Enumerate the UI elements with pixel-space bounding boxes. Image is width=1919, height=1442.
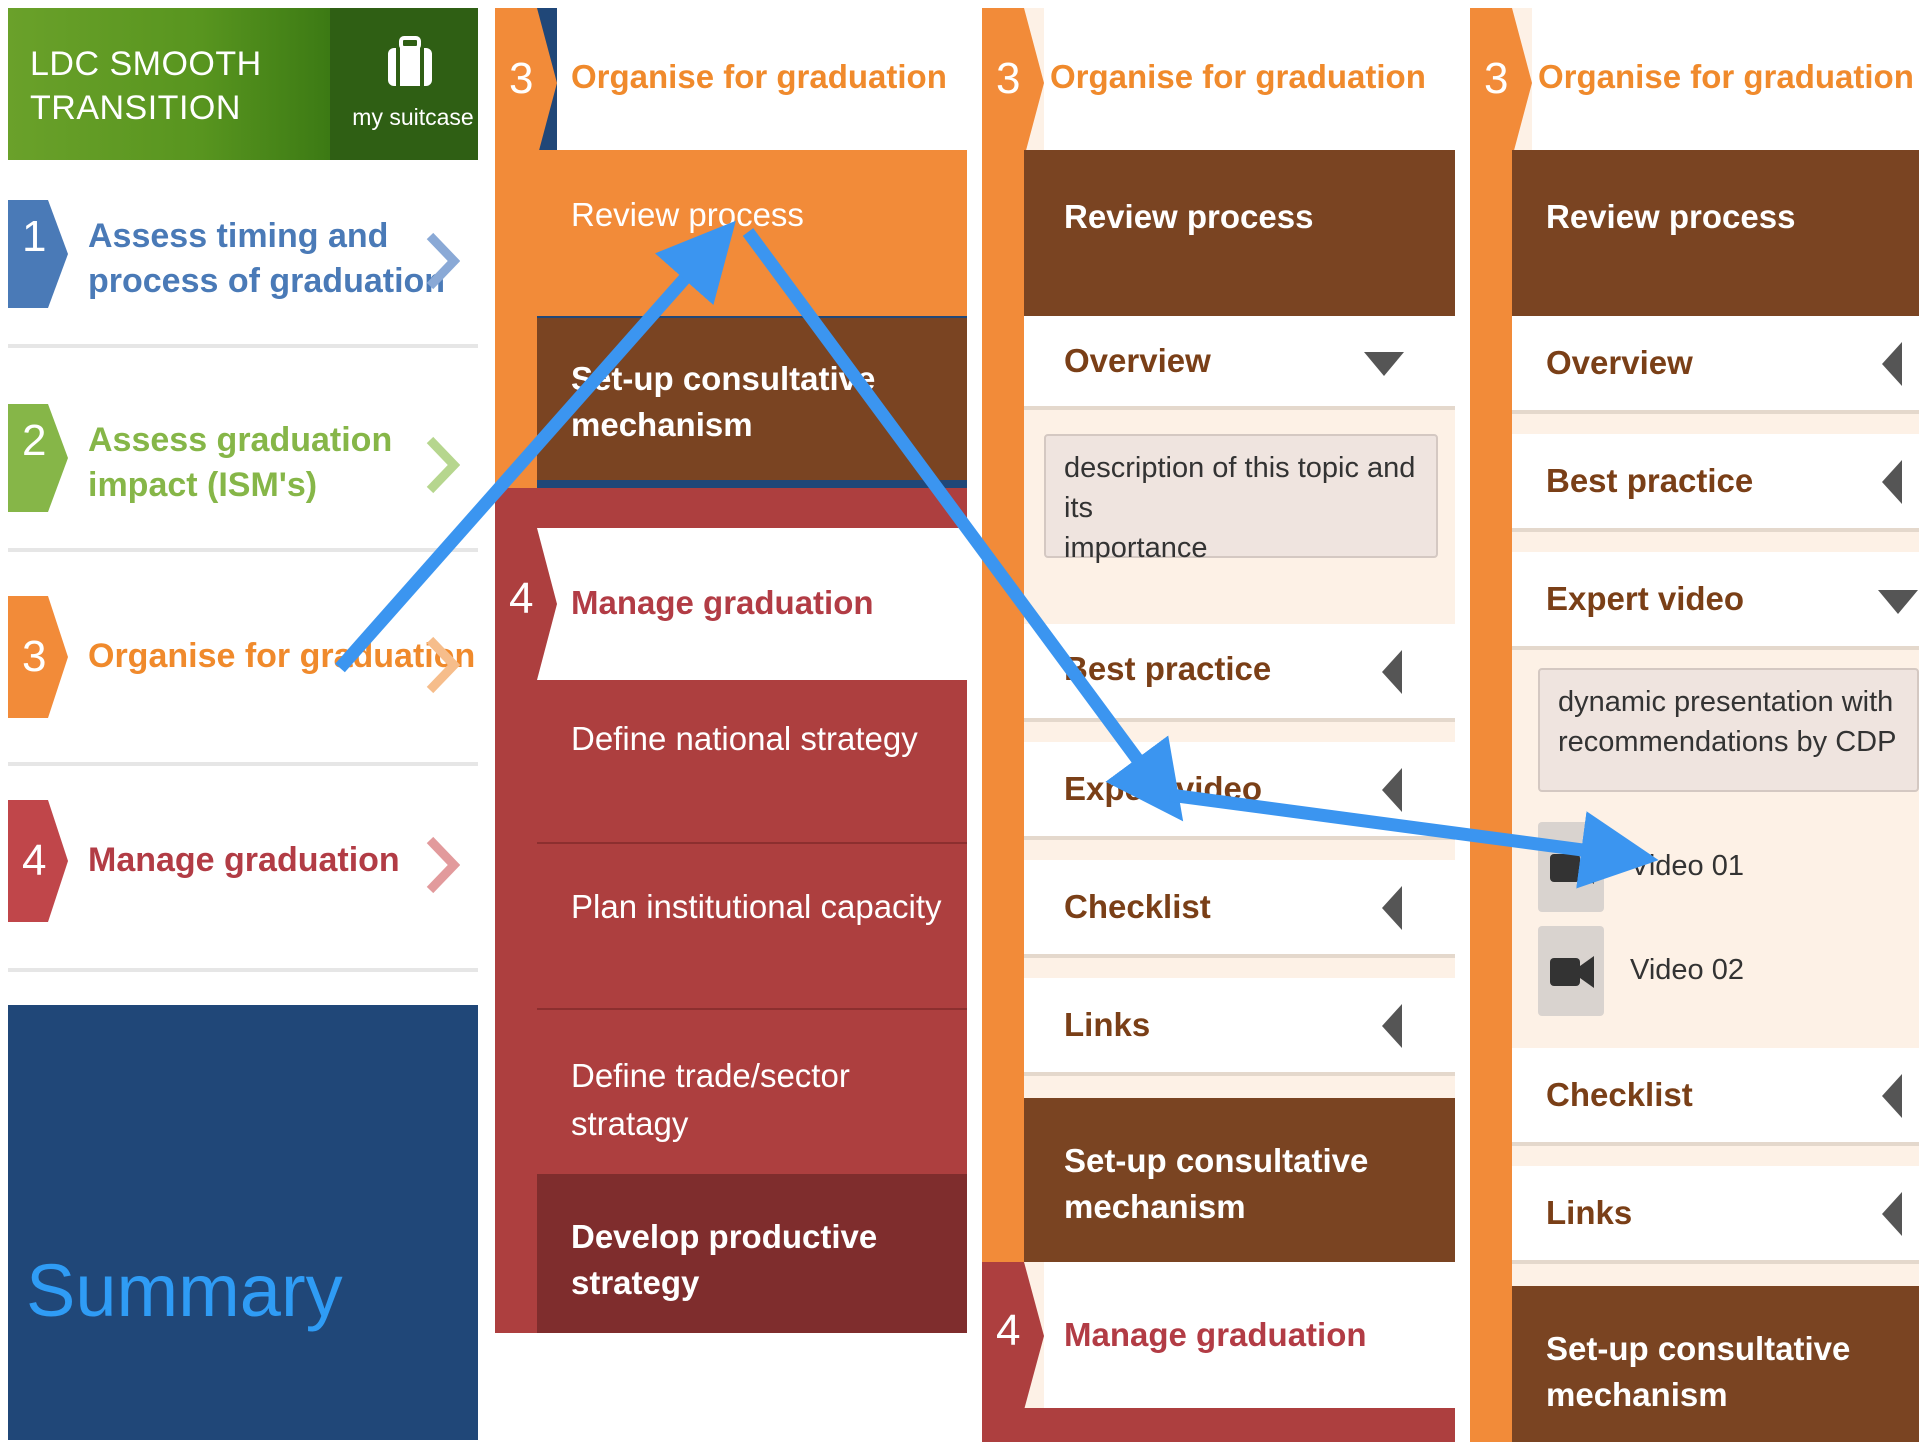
suitcase-icon[interactable] [386,36,434,88]
expert-video-detail-panel: 3 Organise for graduation Review process… [1470,8,1919,1442]
triangle-left-icon [1382,886,1402,930]
video-camera-icon [1550,852,1594,884]
checklist-item[interactable]: Checklist [1512,1048,1919,1146]
step-3-header[interactable]: Organise for graduation [1044,8,1455,150]
triangle-left-icon [1382,768,1402,812]
overview-item[interactable]: Overview [1512,316,1919,414]
video-01-button[interactable] [1538,822,1604,912]
step-1-label: Assess timing and process of graduation [88,217,446,300]
review-process-header[interactable]: Review process [1024,150,1455,316]
step-1-number: 1 [22,212,47,261]
step-4-header[interactable]: Manage graduation [1044,1262,1455,1408]
step-4-header[interactable]: Manage graduation [537,528,967,680]
triangle-down-icon [1364,352,1404,376]
step-3-number: 3 [996,54,1021,103]
chevron-right-icon [426,836,460,894]
triangle-left-icon [1382,650,1402,694]
triangle-left-icon [1882,1192,1902,1236]
checklist-item[interactable]: Checklist [1024,860,1455,958]
step-3-item[interactable]: 3 Organise for graduation [8,576,478,766]
video-02-button[interactable] [1538,926,1604,1016]
triangle-left-icon [1882,460,1902,504]
organise-submenu-panel: 3 Organise for graduation Review process… [495,8,967,1333]
triangle-left-icon [1882,1074,1902,1118]
step-3-header[interactable]: Organise for graduation [557,8,967,150]
step-3-header[interactable]: Organise for graduation [1532,8,1919,150]
step-4-number: 4 [22,836,47,885]
main-menu-panel: LDC SMOOTH TRANSITION my suitcase 1 Asse… [8,8,478,1440]
step-3-number: 3 [1484,54,1509,103]
app-title-line2: TRANSITION [30,89,241,127]
step-1-item[interactable]: 1 Assess timing and process of graduatio… [8,168,478,348]
video-camera-icon [1550,956,1594,988]
step-2-item[interactable]: 2 Assess graduation impact (ISM's) [8,372,478,552]
setup-consultative-item[interactable]: Set-up consultative mechanism [1024,1098,1455,1262]
suitcase-label[interactable]: my suitcase [348,104,478,131]
review-process-header[interactable]: Review process [1512,150,1919,316]
video-01-label[interactable]: Video 01 [1630,850,1744,883]
triangle-left-icon [1882,342,1902,386]
step-3-label: Organise for graduation [88,637,476,675]
define-national-strategy-item[interactable]: Define national strategy [537,680,967,844]
app-title: LDC SMOOTH TRANSITION [30,42,262,130]
triangle-down-icon [1878,590,1918,614]
expert-video-item[interactable]: Expert video [1512,552,1919,650]
expert-video-description: dynamic presentation with recommendation… [1538,668,1919,792]
step-4-number: 4 [996,1306,1021,1355]
plan-institutional-capacity-item[interactable]: Plan institutional capacity [537,846,967,1010]
app-title-line1: LDC SMOOTH [30,45,262,83]
overview-description: description of this topic and its import… [1044,434,1438,564]
video-02-label[interactable]: Video 02 [1630,954,1744,987]
step-3-number: 3 [22,632,47,681]
chevron-right-icon [426,436,460,494]
review-process-item[interactable]: Review process [537,150,967,316]
step-3-number: 3 [509,54,534,103]
define-trade-sector-item[interactable]: Define trade/sector stratagy [537,1012,967,1174]
review-process-detail-panel: 3 Organise for graduation Review process… [982,8,1455,1442]
step-2-number: 2 [22,416,47,465]
overview-item[interactable]: Overview [1024,316,1455,410]
setup-consultative-item[interactable]: Set-up consultative mechanism [537,318,967,480]
step-4-label: Manage graduation [88,841,400,879]
develop-productive-strategy-item[interactable]: Develop productive strategy [537,1174,967,1333]
step-4-item[interactable]: 4 Manage graduation [8,780,478,972]
summary-label: Summary [26,1249,343,1332]
best-practice-item[interactable]: Best practice [1024,624,1455,722]
best-practice-item[interactable]: Best practice [1512,434,1919,532]
setup-consultative-item[interactable]: Set-up consultative mechanism [1512,1286,1919,1442]
triangle-left-icon [1382,1004,1402,1048]
chevron-right-icon [426,636,460,694]
expert-video-item[interactable]: Expert video [1024,742,1455,840]
links-item[interactable]: Links [1024,978,1455,1076]
links-item[interactable]: Links [1512,1166,1919,1264]
chevron-right-icon [426,232,460,290]
step-2-label: Assess graduation impact (ISM's) [88,421,393,504]
step-4-number: 4 [509,574,534,623]
